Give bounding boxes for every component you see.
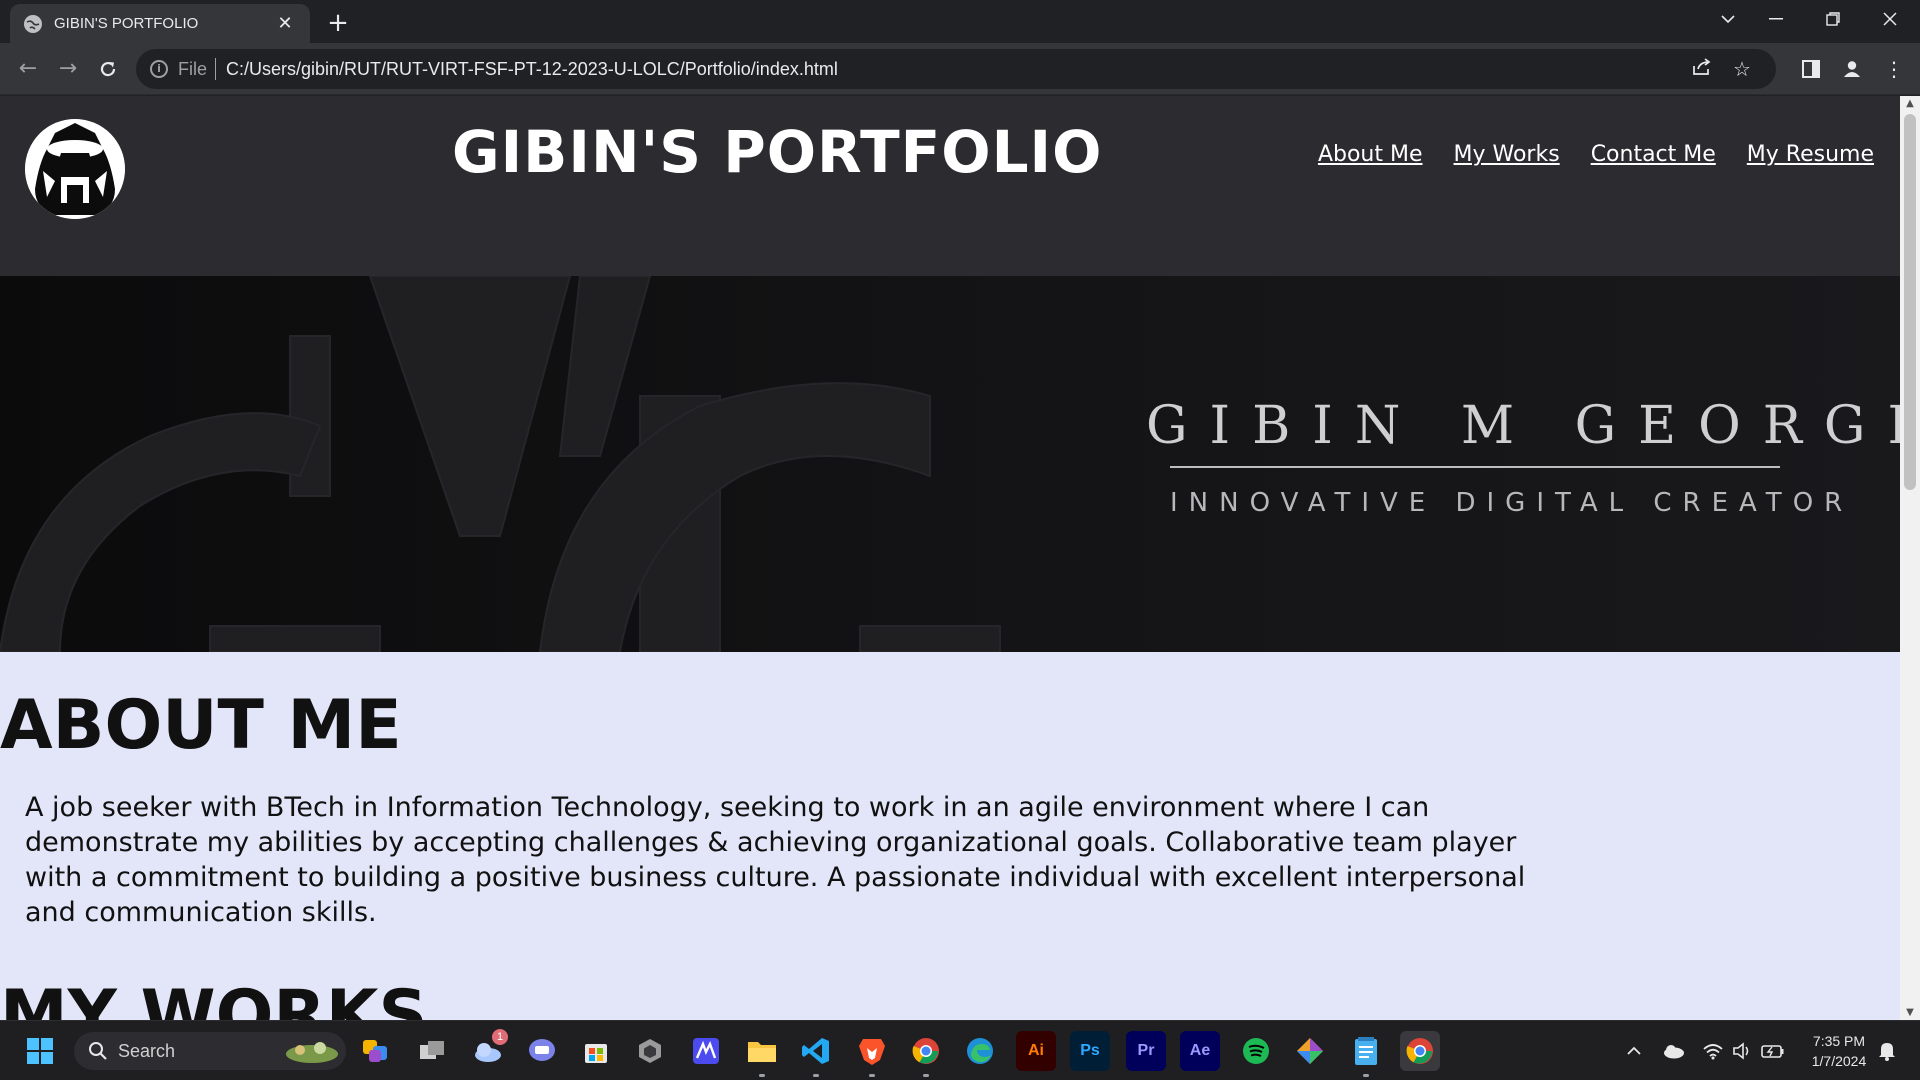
- windows-logo-icon: [27, 1038, 53, 1064]
- search-label: Search: [118, 1040, 176, 1061]
- scroll-down-arrow-icon[interactable]: ▼: [1900, 1007, 1920, 1018]
- taskbar: Search 1 Ai Ps Pr Ae 7:35 PM 1/7/2024: [0, 1020, 1920, 1080]
- url-text[interactable]: C:/Users/gibin/RUT/RUT-VIRT-FSF-PT-12-20…: [226, 59, 1682, 80]
- scheme-label: File: [178, 58, 208, 79]
- battery-icon[interactable]: [1758, 1021, 1788, 1080]
- page-viewport: GIBIN'S PORTFOLIO About Me My Works Cont…: [0, 96, 1900, 1020]
- omnibox-divider: [215, 58, 217, 80]
- brave-browser-icon[interactable]: [852, 1031, 892, 1077]
- premiere-icon[interactable]: Pr: [1126, 1031, 1166, 1071]
- chrome-active-icon[interactable]: [1400, 1031, 1440, 1071]
- scroll-up-arrow-icon[interactable]: ▲: [1900, 98, 1920, 109]
- unity-icon[interactable]: [630, 1031, 670, 1071]
- after-effects-icon[interactable]: Ae: [1180, 1031, 1220, 1071]
- clock-time: 7:35 PM: [1812, 1033, 1866, 1049]
- taskbar-clock[interactable]: 7:35 PM 1/7/2024: [1794, 1031, 1884, 1071]
- browser-tab-strip: GIBIN'S PORTFOLIO ✕ +: [0, 0, 1920, 43]
- wifi-icon[interactable]: [1698, 1021, 1728, 1080]
- reload-icon[interactable]: [92, 53, 124, 85]
- forward-arrow-icon[interactable]: →: [52, 53, 84, 85]
- close-window-button[interactable]: [1862, 0, 1918, 38]
- about-me-text: A job seeker with BTech in Information T…: [25, 792, 1526, 928]
- banner-name: GIBIN M GEORGE: [1146, 396, 1900, 456]
- about-me-heading: ABOUT ME: [0, 686, 402, 765]
- page-scrollbar[interactable]: ▲ ▼: [1900, 96, 1920, 1020]
- search-highlight-icon: [286, 1042, 338, 1063]
- nav-link-contact-me[interactable]: Contact Me: [1591, 142, 1716, 167]
- taskbar-search[interactable]: Search: [74, 1032, 346, 1070]
- start-button[interactable]: [20, 1031, 60, 1071]
- back-arrow-icon[interactable]: ←: [12, 53, 44, 85]
- nav-link-my-resume[interactable]: My Resume: [1747, 142, 1874, 167]
- more-menu-icon[interactable]: ⋮: [1878, 53, 1910, 85]
- tab-close-icon[interactable]: ✕: [274, 13, 296, 34]
- site-info-icon[interactable]: i: [150, 60, 168, 78]
- onedrive-cloud-icon[interactable]: [1658, 1021, 1688, 1080]
- chrome-icon[interactable]: [906, 1031, 946, 1077]
- spotify-icon[interactable]: [1236, 1031, 1276, 1071]
- edge-icon[interactable]: [960, 1031, 1000, 1071]
- minimize-button[interactable]: [1748, 0, 1804, 38]
- site-header: GIBIN'S PORTFOLIO About Me My Works Cont…: [0, 96, 1900, 276]
- git-app-icon[interactable]: [1290, 1031, 1330, 1071]
- banner-divider: [1170, 466, 1780, 468]
- browser-tab[interactable]: GIBIN'S PORTFOLIO ✕: [10, 4, 310, 43]
- search-icon: [89, 1042, 107, 1060]
- clock-date: 1/7/2024: [1811, 1053, 1867, 1069]
- file-explorer-icon[interactable]: [742, 1031, 782, 1077]
- browser-toolbar: ← → i File C:/Users/gibin/RUT/RUT-VIRT-F…: [0, 43, 1920, 95]
- site-nav: About Me My Works Contact Me My Resume: [1318, 142, 1874, 167]
- my-works-heading: MY WORKS: [0, 976, 428, 1020]
- tab-title: GIBIN'S PORTFOLIO: [54, 15, 199, 32]
- restore-button[interactable]: [1805, 0, 1861, 38]
- volume-icon[interactable]: [1728, 1021, 1756, 1080]
- banner-subtitle: INNOVATIVE DIGITAL CREATOR: [1170, 488, 1854, 518]
- nav-link-about-me[interactable]: About Me: [1318, 142, 1423, 167]
- show-hidden-icons-chevron-icon[interactable]: [1620, 1021, 1648, 1080]
- weather-icon[interactable]: 1: [468, 1029, 508, 1071]
- notification-bell-icon[interactable]: [1872, 1021, 1902, 1080]
- hero-banner: GIBIN M GEORGE INNOVATIVE DIGITAL CREATO…: [0, 276, 1900, 652]
- nav-link-my-works[interactable]: My Works: [1454, 142, 1560, 167]
- side-panel-icon[interactable]: [1795, 53, 1827, 85]
- address-bar[interactable]: i File C:/Users/gibin/RUT/RUT-VIRT-FSF-P…: [136, 49, 1776, 89]
- vscode-icon[interactable]: [796, 1031, 836, 1077]
- illustrator-icon[interactable]: Ai: [1016, 1031, 1056, 1071]
- task-view-icon[interactable]: [412, 1031, 452, 1071]
- store-icon[interactable]: [576, 1031, 616, 1071]
- motion-app-icon[interactable]: [686, 1031, 726, 1071]
- chevron-down-icon: [1721, 15, 1735, 24]
- monogram-watermark-icon: [0, 276, 1001, 652]
- site-logo[interactable]: [25, 119, 125, 219]
- share-icon[interactable]: [1682, 57, 1722, 81]
- site-title: GIBIN'S PORTFOLIO: [452, 118, 1103, 186]
- chat-app-icon[interactable]: [522, 1031, 562, 1071]
- profile-icon[interactable]: [1836, 53, 1868, 85]
- globe-icon: [24, 14, 42, 33]
- bookmark-star-icon[interactable]: ☆: [1722, 57, 1762, 81]
- scrollbar-thumb[interactable]: [1904, 114, 1916, 490]
- hooded-figure-logo-icon: [25, 119, 125, 219]
- photoshop-icon[interactable]: Ps: [1070, 1031, 1110, 1071]
- new-tab-button[interactable]: +: [322, 8, 354, 40]
- notification-badge: 1: [492, 1029, 508, 1045]
- notepad-icon[interactable]: [1346, 1031, 1386, 1077]
- widgets-icon[interactable]: [356, 1031, 396, 1071]
